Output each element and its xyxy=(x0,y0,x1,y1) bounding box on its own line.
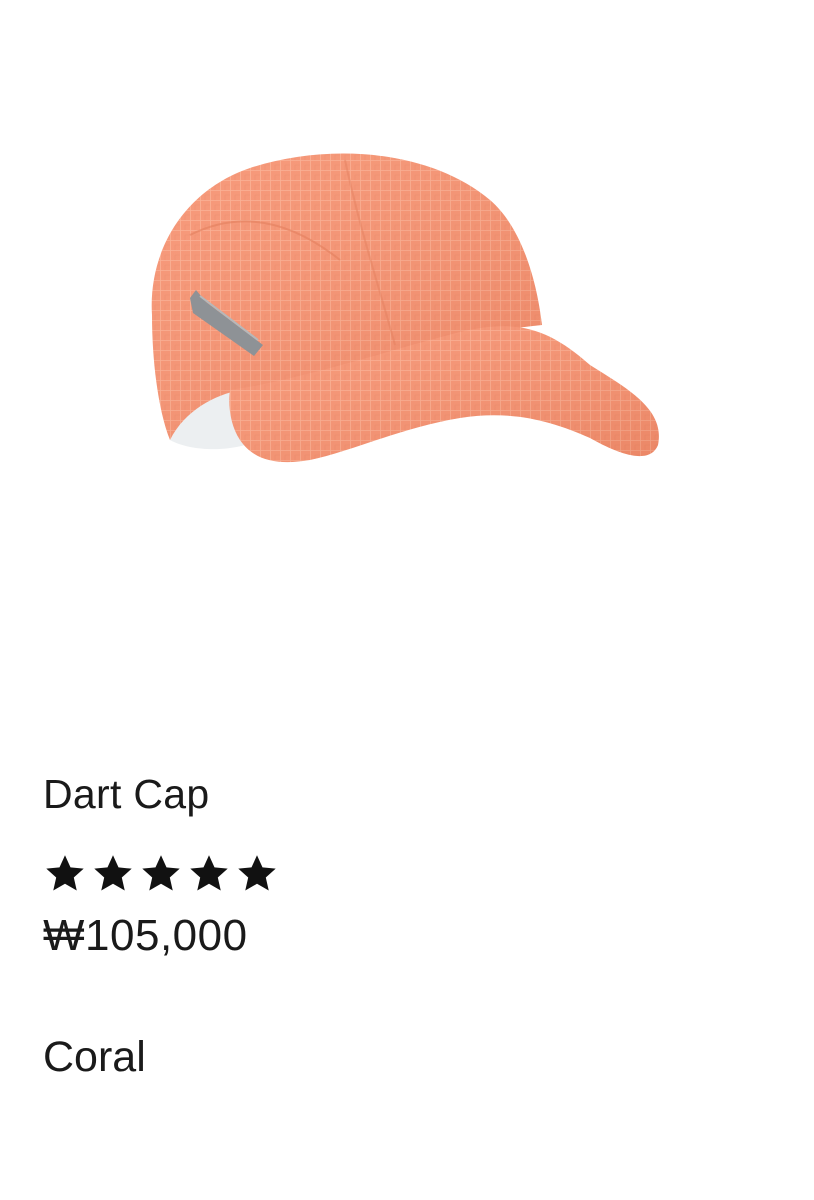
star-icon xyxy=(190,855,228,891)
star-icon xyxy=(238,855,276,891)
product-info: Dart Cap ₩105,000 Coral xyxy=(43,770,763,1082)
product-color-name: Coral xyxy=(43,1033,146,1081)
star-icon xyxy=(94,855,132,891)
product-name[interactable]: Dart Cap xyxy=(43,770,763,818)
product-price: ₩105,000 xyxy=(43,911,248,960)
product-image[interactable] xyxy=(0,0,814,720)
star-rating xyxy=(43,852,763,896)
product-card[interactable]: Dart Cap ₩105,000 Coral xyxy=(0,0,814,1200)
star-icon xyxy=(46,855,84,891)
star-icon xyxy=(142,855,180,891)
cap-image-icon xyxy=(151,153,659,463)
